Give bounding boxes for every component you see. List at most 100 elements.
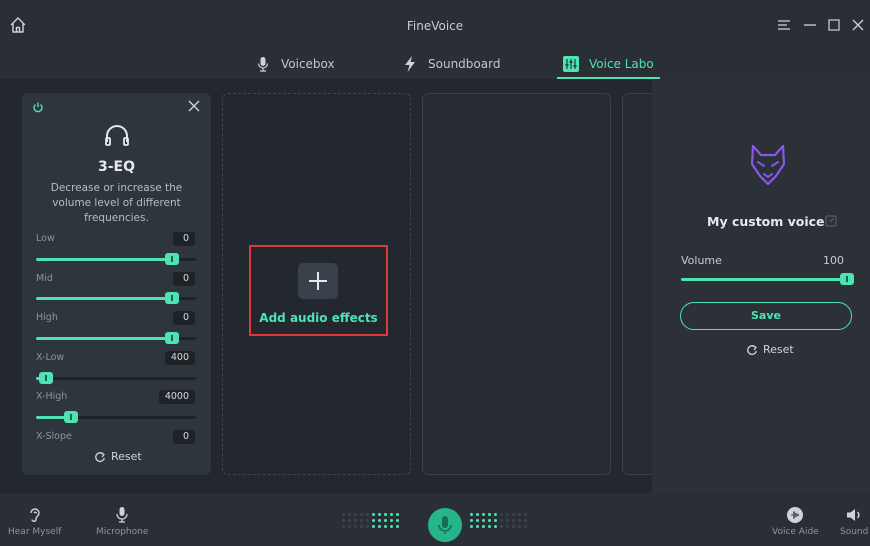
level-dot (488, 525, 491, 528)
save-button[interactable]: Save (680, 302, 852, 330)
effect-name: 3-EQ (97, 159, 136, 175)
volume-slider-thumb[interactable] (840, 273, 854, 285)
level-dot (500, 525, 503, 528)
level-dot (396, 513, 399, 516)
level-dot (354, 525, 357, 528)
sound-label: Sound (840, 527, 869, 537)
level-dot (494, 519, 497, 522)
level-meter-right (470, 513, 530, 531)
band-value-x-low[interactable]: 400 (164, 351, 195, 365)
volume-value: 100 (823, 254, 844, 267)
ear-icon (29, 508, 40, 522)
eq-effect-card: 3-EQ Decrease or increase the volume lev… (22, 93, 211, 475)
power-icon[interactable] (32, 101, 44, 113)
edit-icon[interactable] (825, 215, 837, 227)
level-dot (342, 525, 345, 528)
level-dot (470, 519, 473, 522)
headphones-icon (105, 125, 129, 146)
slider-x-high[interactable] (36, 411, 196, 423)
microphone-button[interactable]: Microphone (96, 506, 148, 537)
fox-avatar-icon (750, 144, 786, 186)
level-dot (488, 519, 491, 522)
voice-aide-icon (787, 507, 804, 523)
slider-low-fill (36, 258, 172, 261)
level-dot (476, 525, 479, 528)
level-dot (378, 519, 381, 522)
level-dot (360, 519, 363, 522)
tab-voicebox[interactable]: Voicebox (255, 50, 335, 78)
slider-high[interactable] (36, 332, 196, 344)
level-dot (470, 513, 473, 516)
level-dot (390, 525, 393, 528)
effect-slot[interactable] (422, 93, 611, 475)
slider-x-high-thumb[interactable] (64, 411, 79, 423)
mixer-icon (563, 56, 579, 72)
level-dot (476, 513, 479, 516)
level-dot (384, 519, 387, 522)
level-dot (512, 519, 515, 522)
band-value-low[interactable]: 0 (173, 232, 195, 246)
band-label-x-slope: X-Slope (36, 431, 72, 442)
tab-bar: Voicebox Soundboard Voice Labo (0, 50, 870, 79)
maximize-icon[interactable] (826, 16, 842, 34)
voice-reset-button[interactable]: Reset (746, 343, 794, 356)
level-dot (512, 525, 515, 528)
level-dot (372, 525, 375, 528)
voice-aide-button[interactable]: Voice Aide (772, 506, 819, 537)
slider-mid-thumb[interactable] (165, 292, 179, 304)
hear-myself-label: Hear Myself (8, 527, 62, 537)
mic-toggle-button[interactable] (428, 508, 462, 542)
level-dot (378, 525, 381, 528)
tab-soundboard[interactable]: Soundboard (402, 50, 500, 78)
level-dot (372, 513, 375, 516)
tab-voice-labo-label: Voice Labo (589, 57, 654, 71)
level-dot (354, 519, 357, 522)
reset-icon (95, 451, 105, 462)
add-audio-effects-button[interactable]: Add audio effects (249, 245, 388, 336)
close-icon[interactable] (187, 99, 201, 113)
level-dot (488, 513, 491, 516)
level-dot (506, 519, 509, 522)
level-dot (348, 525, 351, 528)
level-dot (500, 519, 503, 522)
slider-low[interactable] (36, 253, 196, 265)
slider-low-thumb[interactable] (165, 253, 179, 265)
slider-high-thumb[interactable] (165, 332, 179, 344)
level-dot (512, 513, 515, 516)
slider-mid[interactable] (36, 292, 196, 304)
slider-x-low[interactable] (36, 372, 196, 384)
band-value-high[interactable]: 0 (173, 311, 195, 325)
effect-description: Decrease or increase the volume level of… (50, 182, 183, 224)
slider-mid-fill (36, 297, 172, 300)
slider-x-low-thumb[interactable] (38, 372, 53, 384)
lightning-icon (402, 56, 418, 72)
eq-reset-button[interactable]: Reset (94, 450, 142, 463)
effect-slot-partial[interactable] (622, 93, 652, 475)
band-label-low: Low (36, 233, 55, 244)
microphone-label: Microphone (96, 527, 149, 537)
level-dot (518, 513, 521, 516)
voice-name: My custom voice (707, 214, 825, 229)
volume-slider[interactable] (681, 273, 854, 285)
level-dot (366, 513, 369, 516)
level-dot (366, 519, 369, 522)
band-value-x-slope[interactable]: 0 (173, 430, 195, 444)
sound-button[interactable]: Sound (840, 506, 868, 537)
level-dot (348, 513, 351, 516)
close-window-icon[interactable] (850, 16, 866, 34)
minimize-icon[interactable] (802, 16, 818, 34)
band-value-x-high[interactable]: 4000 (158, 390, 195, 404)
menu-icon[interactable] (776, 16, 792, 34)
tab-soundboard-label: Soundboard (428, 57, 501, 71)
band-value-mid[interactable]: 0 (173, 272, 195, 286)
voice-reset-label: Reset (763, 343, 794, 356)
speaker-icon (847, 509, 860, 521)
band-label-mid: Mid (36, 273, 53, 284)
level-dot (384, 525, 387, 528)
hear-myself-button[interactable]: Hear Myself (8, 506, 61, 537)
level-dot (506, 525, 509, 528)
tab-voice-labo[interactable]: Voice Labo (557, 50, 660, 79)
app-title: FineVoice (406, 19, 464, 33)
slider-high-fill (36, 337, 172, 340)
level-dot (500, 513, 503, 516)
